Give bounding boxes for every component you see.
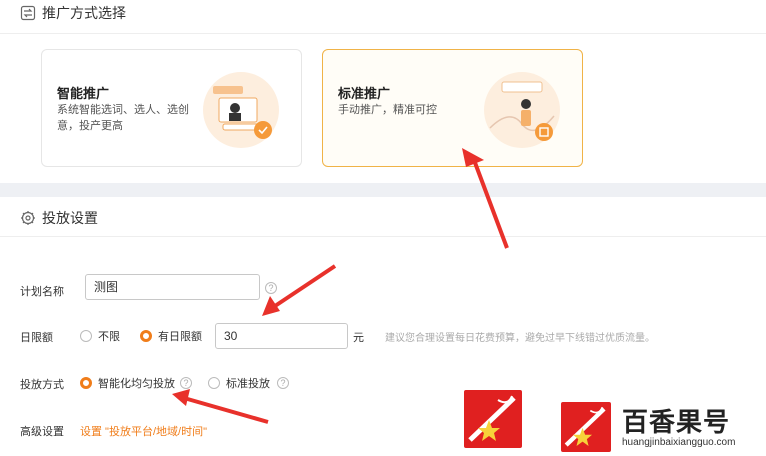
daily-limit-unit: 元 (353, 332, 364, 344)
card-smart-desc: 系统智能选词、选人、选创意，投产更高 (57, 104, 189, 132)
daily-limit-unlimited-label: 不限 (98, 331, 120, 343)
daily-limit-limited-label: 有日限额 (158, 331, 202, 343)
radio-dot (80, 377, 92, 389)
switch-icon (20, 5, 36, 21)
delivery-mode-smart-radio[interactable]: 智能化均匀投放 (80, 375, 175, 391)
daily-limit-unlimited-radio[interactable]: 不限 (80, 328, 120, 344)
section-promotion-mode-header: 推广方式选择 (0, 3, 126, 23)
advanced-settings-link[interactable]: 设置 "投放平台/地域/时间" (80, 423, 207, 439)
section-delivery-settings-title: 投放设置 (42, 210, 98, 226)
plan-name-help-icon[interactable]: ? (265, 282, 277, 294)
card-standard-promotion[interactable]: 标准推广 手动推广，精准可控 (322, 49, 583, 167)
star-logo-icon (564, 406, 606, 447)
card-smart-promotion[interactable]: 智能推广 系统智能选词、选人、选创意，投产更高 (41, 49, 302, 167)
watermark-brand: 百香果号 (622, 407, 731, 437)
delivery-mode-standard-radio[interactable]: 标准投放 (208, 375, 270, 391)
delivery-mode-label: 投放方式 (20, 379, 64, 391)
delivery-mode-smart-help-icon[interactable]: ? (180, 377, 192, 389)
delivery-mode-standard-label: 标准投放 (226, 378, 270, 390)
watermark-url: huangjinbaixiangguo.com (622, 437, 736, 448)
section-delivery-divider (0, 236, 766, 237)
plan-name-label: 计划名称 (20, 286, 64, 298)
card-standard-title: 标准推广 (338, 86, 391, 101)
arrow-to-smart-delivery (172, 389, 269, 424)
delivery-mode-smart-label: 智能化均匀投放 (98, 378, 175, 390)
watermark-logo-small (561, 402, 611, 452)
advanced-settings-label: 高级设置 (20, 426, 64, 438)
gear-icon (21, 211, 35, 225)
daily-limit-input[interactable]: 30 (215, 323, 348, 349)
watermark-logo (464, 390, 522, 448)
daily-limit-tip: 建议您合理设置每日花费预算，避免过早下线错过优质流量。 (385, 333, 655, 344)
star-logo-icon (468, 395, 516, 442)
section-divider (0, 183, 766, 197)
card-smart-title: 智能推广 (57, 86, 110, 101)
delivery-mode-standard-help-icon[interactable]: ? (277, 377, 289, 389)
daily-limit-limited-radio[interactable]: 有日限额 (140, 328, 202, 344)
radio-dot (140, 330, 152, 342)
smart-illustration-icon (203, 72, 279, 148)
daily-limit-label: 日限额 (20, 332, 53, 344)
plan-name-input[interactable]: 测图 (85, 274, 260, 300)
standard-illustration-icon (484, 72, 560, 148)
radio-dot (80, 330, 92, 342)
section-promotion-mode-title: 推广方式选择 (42, 5, 126, 21)
section-delivery-settings-header: 投放设置 (0, 208, 98, 228)
card-standard-desc: 手动推广，精准可控 (338, 104, 437, 116)
radio-dot (208, 377, 220, 389)
